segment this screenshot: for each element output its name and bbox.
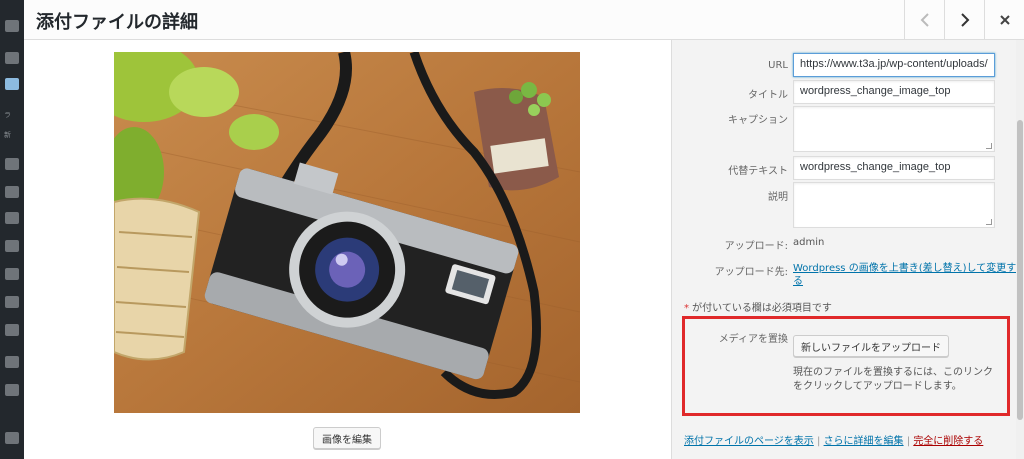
- attachment-actions: 添付ファイルのページを表示 | さらに詳細を編集 | 完全に削除する: [684, 432, 983, 447]
- modal-header: 添付ファイルの詳細: [24, 0, 1024, 40]
- edit-more-details-link[interactable]: さらに詳細を編集: [824, 436, 904, 447]
- url-field[interactable]: https://www.t3a.jp/wp-content/uploads/: [793, 53, 995, 77]
- uploader-label: アップロード:: [724, 241, 788, 252]
- sidebar-text: 新: [4, 131, 11, 139]
- comments-icon[interactable]: [5, 186, 19, 198]
- attachment-details-modal: 添付ファイルの詳細 画像を編集 URL https://www.t3a.jp/w…: [24, 0, 1024, 459]
- scrollbar[interactable]: [1016, 40, 1024, 459]
- uploaded-to-link-line1[interactable]: Wordpress の画像を上書き(差し替え)して変更す: [793, 263, 1016, 274]
- dashboard-icon[interactable]: [5, 20, 19, 32]
- image-pane: 画像を編集: [24, 40, 671, 459]
- description-textarea[interactable]: [793, 182, 995, 228]
- admin-sidebar: ラ 新: [0, 0, 24, 459]
- separator: |: [817, 436, 821, 447]
- previous-button[interactable]: [904, 0, 944, 40]
- sidebar-text: ラ: [4, 111, 11, 119]
- uploaded-to-label: アップロード先:: [714, 267, 788, 278]
- chevron-left-icon: [920, 13, 929, 27]
- attachment-details-pane: URL https://www.t3a.jp/wp-content/upload…: [671, 40, 1024, 459]
- modal-title: 添付ファイルの詳細: [36, 12, 198, 33]
- collapse-icon[interactable]: [5, 432, 19, 444]
- uploader-value: admin: [793, 237, 825, 248]
- replace-description: 現在のファイルを置換するには、このリンク をクリックしてアップロードします。: [793, 366, 1003, 394]
- caption-textarea[interactable]: [793, 106, 995, 152]
- replace-media-label: メディアを置換: [718, 334, 788, 345]
- appearance-icon[interactable]: [5, 212, 19, 224]
- resize-handle-icon[interactable]: [986, 143, 992, 149]
- pages-icon[interactable]: [5, 158, 19, 170]
- pin-icon[interactable]: [5, 52, 19, 64]
- plugin-icon[interactable]: [5, 356, 19, 368]
- uploaded-to-link[interactable]: Wordpress の画像を上書き(差し替え)して変更す る: [793, 262, 1016, 288]
- plugins-icon[interactable]: [5, 240, 19, 252]
- close-button[interactable]: [984, 0, 1024, 40]
- url-label: URL: [768, 60, 788, 71]
- tools-icon[interactable]: [5, 296, 19, 308]
- media-icon[interactable]: [5, 78, 19, 90]
- delete-permanently-link[interactable]: 完全に削除する: [913, 436, 983, 447]
- title-field[interactable]: wordpress_change_image_top: [793, 80, 995, 104]
- description-label: 説明: [768, 192, 788, 203]
- chevron-right-icon: [960, 13, 969, 27]
- uploaded-to-link-line2[interactable]: る: [793, 276, 803, 287]
- next-button[interactable]: [944, 0, 984, 40]
- required-note-text: が付いている欄は必須項目です: [689, 303, 832, 314]
- attachment-image: [114, 52, 580, 413]
- edit-image-button[interactable]: 画像を編集: [313, 427, 381, 449]
- stats-icon[interactable]: [5, 384, 19, 396]
- alt-text-label: 代替テキスト: [728, 166, 788, 177]
- resize-handle-icon[interactable]: [986, 219, 992, 225]
- alt-text-field[interactable]: wordpress_change_image_top: [793, 156, 995, 180]
- title-label: タイトル: [748, 90, 788, 101]
- replace-desc-line1: 現在のファイルを置換するには、このリンク: [793, 367, 993, 378]
- settings-icon[interactable]: [5, 324, 19, 336]
- separator: |: [906, 436, 911, 447]
- required-note: * が付いている欄は必須項目です: [684, 299, 832, 314]
- scrollbar-thumb[interactable]: [1017, 120, 1023, 420]
- caption-label: キャプション: [728, 115, 788, 126]
- replace-desc-line2: をクリックしてアップロードします。: [793, 381, 962, 392]
- close-icon: [999, 15, 1010, 25]
- view-attachment-page-link[interactable]: 添付ファイルのページを表示: [684, 436, 814, 447]
- upload-new-file-button[interactable]: 新しいファイルをアップロード: [793, 335, 949, 357]
- users-icon[interactable]: [5, 268, 19, 280]
